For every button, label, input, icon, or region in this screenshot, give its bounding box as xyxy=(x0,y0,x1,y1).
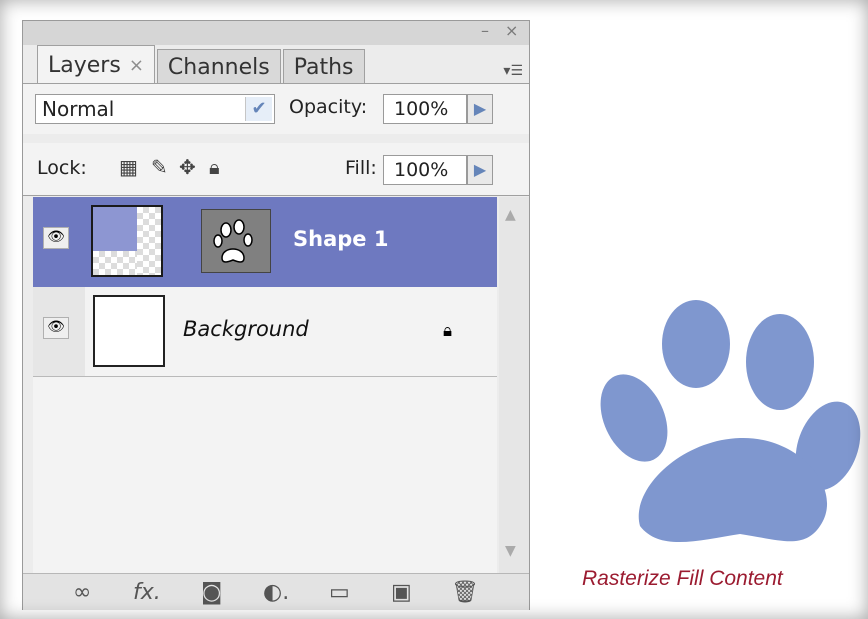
chevron-down-icon[interactable]: ✔ xyxy=(245,97,272,121)
layers-list: 👁︎ Shape 1 👁︎ Background 🔒︎ xyxy=(33,197,497,573)
eye-icon[interactable]: 👁︎ xyxy=(43,227,69,249)
link-layers-icon[interactable]: ∞ xyxy=(73,580,91,605)
fill-value: 100% xyxy=(394,159,449,181)
tab-close-icon[interactable]: × xyxy=(129,55,144,76)
layer-name-background: Background xyxy=(183,317,309,341)
tab-channels-label: Channels xyxy=(167,55,270,80)
blend-mode-value: Normal xyxy=(42,97,115,121)
adjustment-layer-icon[interactable]: ◐. xyxy=(263,580,289,605)
lock-all-icon[interactable]: 🔒︎ xyxy=(209,155,220,179)
blend-mode-select[interactable]: Normal ✔ xyxy=(35,94,275,124)
opacity-stepper[interactable]: ▶ xyxy=(467,94,493,124)
eye-icon[interactable]: 👁︎ xyxy=(43,317,69,339)
shape-layer-thumbnail[interactable] xyxy=(91,205,163,277)
background-layer-thumbnail[interactable] xyxy=(93,295,165,367)
blend-opacity-row: Normal ✔ Opacity: 100% ▶ xyxy=(23,83,529,134)
close-icon[interactable]: × xyxy=(505,23,518,39)
opacity-value: 100% xyxy=(394,98,449,120)
new-group-icon[interactable]: ▭ xyxy=(329,580,350,605)
lock-transparency-icon[interactable]: ▦ xyxy=(119,155,138,179)
add-mask-icon[interactable]: ◙ xyxy=(201,580,222,605)
layer-name-shape: Shape 1 xyxy=(293,227,389,251)
layers-scrollbar[interactable]: ▲ ▼ xyxy=(499,197,529,573)
lock-icon: 🔒︎ xyxy=(443,321,453,341)
minimize-icon[interactable]: – xyxy=(481,23,489,39)
panel-footer: ∞ fx. ◙ ◐. ▭ ▣ 🗑︎ xyxy=(23,573,529,610)
panel-titlebar: – × xyxy=(23,21,529,45)
lock-label: Lock: xyxy=(37,157,87,179)
paw-print-image xyxy=(600,300,861,543)
layer-row-shape[interactable]: 👁︎ Shape 1 xyxy=(33,197,497,287)
lock-fill-row: Lock: ▦ ✎ ✥ 🔒︎ Fill: 100% ▶ xyxy=(23,143,529,196)
tab-paths[interactable]: Paths xyxy=(282,49,365,85)
paw-mask-icon xyxy=(213,219,253,263)
panel-menu-icon[interactable]: ▾☰ xyxy=(503,63,523,79)
new-layer-icon[interactable]: ▣ xyxy=(391,580,412,605)
opacity-field[interactable]: 100% xyxy=(383,94,467,124)
tab-layers-label: Layers xyxy=(48,53,121,78)
tab-channels[interactable]: Channels xyxy=(156,49,281,85)
fill-stepper[interactable]: ▶ xyxy=(467,155,493,185)
layers-panel: – × Layers × Channels Paths ▾☰ Normal ✔ … xyxy=(22,20,530,610)
vector-mask-thumbnail[interactable] xyxy=(201,209,271,273)
trash-icon[interactable]: 🗑︎ xyxy=(451,580,479,605)
lock-position-icon[interactable]: ✥ xyxy=(179,155,196,179)
tab-layers[interactable]: Layers × xyxy=(37,45,155,85)
scroll-up-icon[interactable]: ▲ xyxy=(505,207,516,223)
fill-label: Fill: xyxy=(345,157,377,179)
scroll-down-icon[interactable]: ▼ xyxy=(505,543,516,559)
layer-row-background[interactable]: 👁︎ Background 🔒︎ xyxy=(33,287,497,377)
lock-image-brush-icon[interactable]: ✎ xyxy=(151,155,168,179)
opacity-label: Opacity: xyxy=(289,96,368,118)
tab-paths-label: Paths xyxy=(293,55,354,80)
caption: Rasterize Fill Content xyxy=(582,567,783,590)
panel-tabs: Layers × Channels Paths xyxy=(37,45,365,85)
fx-icon[interactable]: fx. xyxy=(133,580,161,605)
fill-field[interactable]: 100% xyxy=(383,155,467,185)
